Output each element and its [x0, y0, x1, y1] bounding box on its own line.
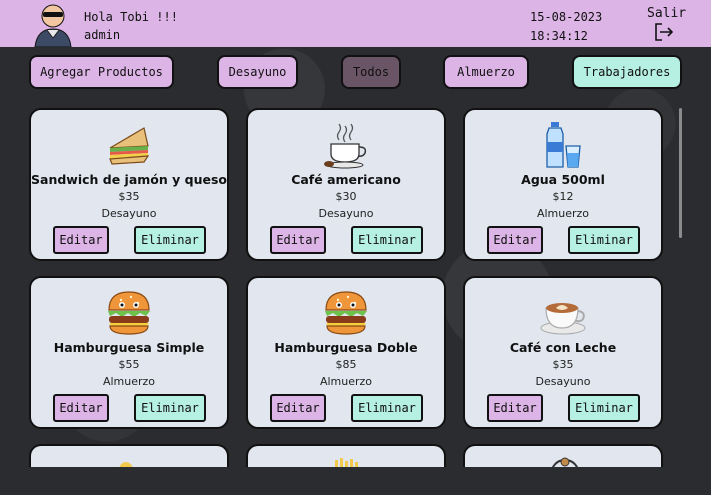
edit-button[interactable]: Editar	[53, 394, 109, 422]
sandwich-icon	[109, 127, 150, 165]
time-text: 18:34:12	[530, 29, 588, 43]
add-products-button[interactable]: Agregar Productos	[29, 55, 174, 89]
edit-button[interactable]: Editar	[270, 394, 326, 422]
product-price: $55	[118, 358, 140, 371]
product-name: Hamburguesa Simple	[53, 340, 205, 355]
product-card: Café americano $30 Desayuno Editar Elimi…	[246, 108, 446, 261]
product-price: $35	[118, 190, 140, 203]
product-price: $30	[335, 190, 357, 203]
filter-all-label: Todos	[352, 65, 390, 79]
username-text: admin	[84, 28, 121, 42]
delete-button[interactable]: Eliminar	[568, 394, 640, 422]
coffee-cup-icon	[324, 123, 367, 169]
logout-button[interactable]: Salir	[647, 6, 687, 41]
filter-all-button[interactable]: Todos	[341, 55, 401, 89]
user-info: Hola Tobi !!! admin	[84, 8, 178, 44]
product-card: Hamburguesa Simple $55 Almuerzo Editar E…	[29, 276, 229, 429]
burger-icon	[108, 291, 150, 335]
date-text: 15-08-2023	[530, 10, 603, 24]
filter-bar: Agregar Productos Desayuno Todos Almuerz…	[0, 48, 711, 98]
product-category: Desayuno	[101, 207, 157, 220]
page: Hola Tobi !!! admin 15-08-2023 18:34:12 …	[0, 0, 711, 495]
product-category: Almuerzo	[102, 375, 156, 388]
workers-button[interactable]: Trabajadores	[572, 55, 682, 89]
latte-icon	[540, 303, 586, 335]
product-category: Desayuno	[318, 207, 374, 220]
product-category: Almuerzo	[319, 375, 373, 388]
product-name: Café con Leche	[509, 340, 617, 355]
filter-lunch-label: Almuerzo	[457, 65, 515, 79]
product-name: Sandwich de jamón y queso	[31, 172, 227, 187]
product-name: Hamburguesa Doble	[274, 340, 418, 355]
product-name: Agua 500ml	[521, 172, 605, 187]
product-price: $35	[552, 358, 574, 371]
datetime: 15-08-2023 18:34:12	[530, 8, 602, 46]
water-bottle-icon	[546, 122, 581, 168]
product-category: Almuerzo	[536, 207, 590, 220]
product-card: Café con Leche $35 Desayuno Editar Elimi…	[463, 276, 663, 429]
delete-button[interactable]: Eliminar	[134, 226, 206, 254]
filter-breakfast-label: Desayuno	[228, 65, 287, 79]
add-products-label: Agregar Productos	[40, 65, 163, 79]
product-price: $12	[552, 190, 574, 203]
user-avatar-icon	[34, 4, 72, 47]
product-card: Hamburguesa Doble $85 Almuerzo Editar El…	[246, 276, 446, 429]
bottom-edge	[0, 467, 711, 495]
burger-icon	[325, 291, 367, 335]
edit-button[interactable]: Editar	[53, 226, 109, 254]
product-card: Sandwich de jamón y queso $35 Desayuno E…	[29, 108, 229, 261]
product-name: Café americano	[291, 172, 401, 187]
delete-button[interactable]: Eliminar	[134, 394, 206, 422]
delete-button[interactable]: Eliminar	[351, 394, 423, 422]
filter-breakfast-button[interactable]: Desayuno	[217, 55, 298, 89]
product-price: $85	[335, 358, 357, 371]
logout-label: Salir	[647, 6, 687, 21]
edit-button[interactable]: Editar	[270, 226, 326, 254]
edit-button[interactable]: Editar	[487, 394, 543, 422]
product-card: Agua 500ml $12 Almuerzo Editar Eliminar	[463, 108, 663, 261]
edit-button[interactable]: Editar	[487, 226, 543, 254]
scrollbar[interactable]	[679, 108, 682, 238]
greeting-text: Hola Tobi !!!	[84, 10, 178, 24]
delete-button[interactable]: Eliminar	[351, 226, 423, 254]
top-bar: Hola Tobi !!! admin 15-08-2023 18:34:12 …	[0, 0, 711, 48]
product-category: Desayuno	[535, 375, 591, 388]
workers-label: Trabajadores	[583, 65, 671, 79]
filter-lunch-button[interactable]: Almuerzo	[443, 55, 529, 89]
logout-icon	[655, 23, 674, 41]
delete-button[interactable]: Eliminar	[568, 226, 640, 254]
